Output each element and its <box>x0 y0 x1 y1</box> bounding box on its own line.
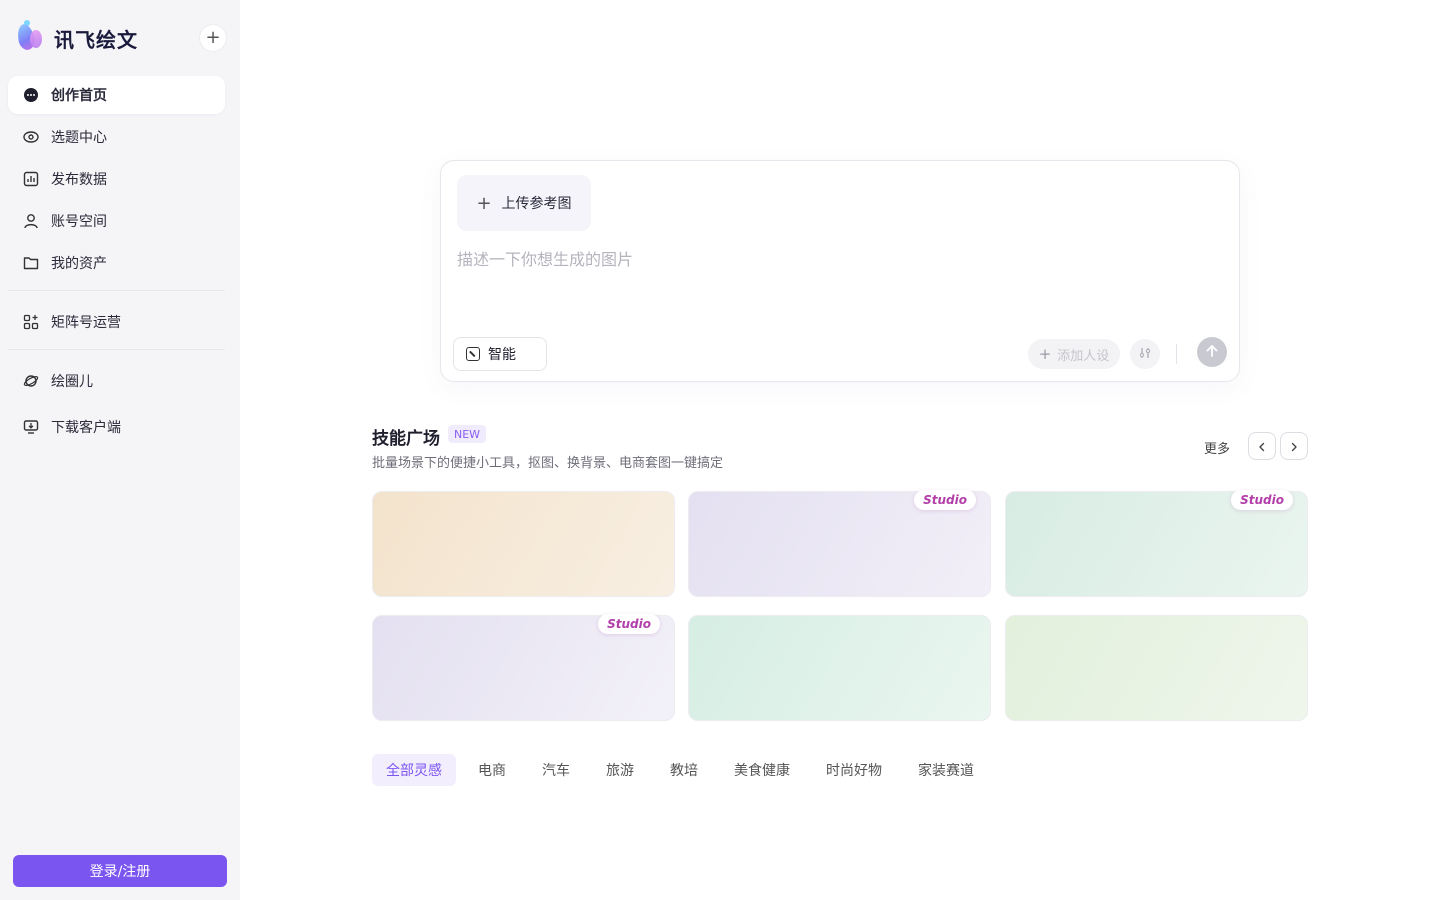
sidebar-item-label: 绘圈儿 <box>51 374 93 390</box>
brand-name: 讯飞绘文 <box>54 27 138 52</box>
skill-card[interactable]: Studio <box>1005 490 1308 597</box>
aspect-ratio-icon <box>466 347 480 361</box>
plus-icon: + <box>476 192 492 214</box>
user-icon <box>23 213 39 229</box>
sidebar-item-label: 我的资产 <box>51 256 107 272</box>
chevron-left-icon <box>1257 437 1267 456</box>
sliders-icon <box>1138 345 1152 364</box>
skill-card[interactable]: Studio <box>372 614 675 721</box>
chevron-right-icon <box>1289 437 1299 456</box>
category-tab[interactable]: 家装赛道 <box>904 754 988 786</box>
sidebar-item-label: 选题中心 <box>51 130 107 146</box>
chat-bubble-icon <box>23 87 39 103</box>
sidebar-item-label: 账号空间 <box>51 214 107 230</box>
monitor-download-icon <box>23 419 39 435</box>
skills-subtitle: 批量场景下的便捷小工具，抠图、换背景、电商套图一键搞定 <box>372 456 724 471</box>
prev-page-button[interactable] <box>1248 432 1276 460</box>
studio-tag: Studio <box>598 614 660 634</box>
sidebar: 讯飞绘文 + 创作首页 选题中心 发布数据 账号空间 我的资产 矩阵号运营 绘圈… <box>0 0 240 900</box>
toolbar-divider <box>1176 344 1177 364</box>
nav-divider <box>8 290 225 291</box>
brand[interactable]: 讯飞绘文 <box>15 20 138 56</box>
sidebar-item-label: 创作首页 <box>51 88 107 104</box>
category-tabs: 全部灵感 电商 汽车 旅游 教培 美食健康 时尚好物 家装赛道 <box>372 754 996 786</box>
bar-chart-icon <box>23 171 39 187</box>
category-tab[interactable]: 全部灵感 <box>372 754 456 786</box>
category-tab[interactable]: 时尚好物 <box>812 754 896 786</box>
sidebar-item-publish-data[interactable]: 发布数据 <box>8 160 225 198</box>
add-persona-label: 添加人设 <box>1057 348 1110 364</box>
folder-icon <box>23 255 39 271</box>
sidebar-item-account[interactable]: 账号空间 <box>8 202 225 240</box>
sidebar-item-home[interactable]: 创作首页 <box>8 76 225 114</box>
category-tab[interactable]: 电商 <box>464 754 520 786</box>
sidebar-item-label: 发布数据 <box>51 172 107 188</box>
sidebar-item-assets[interactable]: 我的资产 <box>8 244 225 282</box>
skill-card[interactable] <box>372 491 675 597</box>
category-tab[interactable]: 汽车 <box>528 754 584 786</box>
mode-select-button[interactable]: 智能 <box>453 337 547 371</box>
nav-divider <box>8 349 225 350</box>
skill-card[interactable]: Studio <box>688 490 991 597</box>
plus-icon: + <box>205 27 221 48</box>
new-creation-button[interactable]: + <box>200 25 226 51</box>
prompt-input[interactable] <box>457 247 1217 271</box>
mode-label: 智能 <box>488 347 516 363</box>
category-tab[interactable]: 美食健康 <box>720 754 804 786</box>
skill-card[interactable] <box>688 615 991 721</box>
login-register-button[interactable]: 登录/注册 <box>13 855 227 887</box>
grid-sparkle-icon <box>23 314 39 330</box>
sidebar-item-download[interactable]: 下载客户端 <box>8 408 225 446</box>
brand-logo-icon <box>15 20 46 56</box>
next-page-button[interactable] <box>1280 432 1308 460</box>
settings-button[interactable] <box>1130 339 1160 369</box>
skill-card[interactable] <box>1005 615 1308 721</box>
skills-title: 技能广场 <box>372 429 440 449</box>
more-link[interactable]: 更多 <box>1204 438 1230 457</box>
sidebar-item-huiquaner[interactable]: 绘圈儿 <box>8 362 225 400</box>
sidebar-item-matrix[interactable]: 矩阵号运营 <box>8 303 225 341</box>
eye-target-icon <box>23 129 39 145</box>
studio-tag: Studio <box>1231 490 1293 510</box>
new-badge: NEW <box>448 425 487 443</box>
plus-icon: + <box>1038 345 1052 363</box>
sidebar-nav: 创作首页 选题中心 发布数据 账号空间 我的资产 矩阵号运营 绘圈儿 下载客户端 <box>8 76 225 450</box>
sidebar-item-label: 矩阵号运营 <box>51 315 121 331</box>
sidebar-item-label: 下载客户端 <box>51 420 121 436</box>
studio-tag: Studio <box>914 490 976 510</box>
planet-icon <box>23 373 39 389</box>
category-tab[interactable]: 教培 <box>656 754 712 786</box>
sidebar-item-topics[interactable]: 选题中心 <box>8 118 225 156</box>
upload-reference-button[interactable]: + 上传参考图 <box>457 175 591 231</box>
upload-reference-label: 上传参考图 <box>501 196 572 212</box>
category-tab[interactable]: 旅游 <box>592 754 648 786</box>
add-persona-button[interactable]: + 添加人设 <box>1028 339 1120 369</box>
arrow-up-icon <box>1205 343 1219 362</box>
prompt-composer: + 上传参考图 智能 + 添加人设 <box>440 160 1240 382</box>
send-button[interactable] <box>1197 337 1227 367</box>
